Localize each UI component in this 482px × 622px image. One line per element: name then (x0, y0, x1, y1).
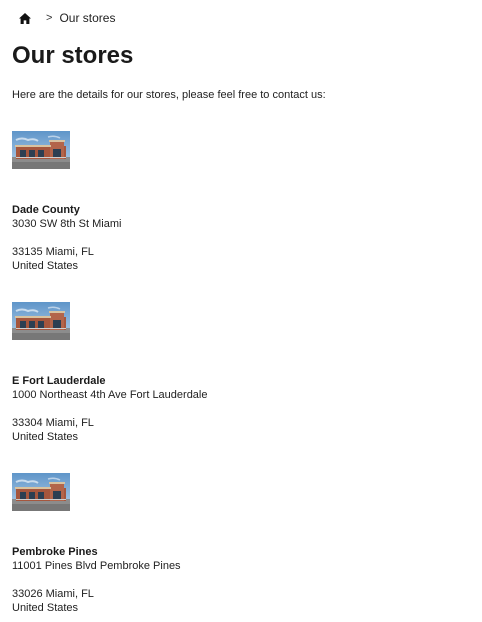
page-title: Our stores (12, 42, 134, 69)
breadcrumb-current: Our stores (59, 11, 116, 25)
store-name: Dade County (12, 204, 80, 216)
home-icon (19, 12, 31, 24)
home-link[interactable] (18, 11, 32, 25)
store-name: Pembroke Pines (12, 546, 98, 558)
store-city-line: 33304 Miami, FL (12, 417, 94, 429)
store-country: United States (12, 431, 79, 443)
intro-text: Here are the details for our stores, ple… (12, 89, 326, 101)
store-street: 1000 Northeast 4th Ave Fort Lauderdale (12, 389, 208, 401)
store-street: 11001 Pines Blvd Pembroke Pines (12, 560, 181, 572)
store-photo[interactable] (12, 473, 70, 511)
store-name: E Fort Lauderdale (12, 375, 106, 387)
breadcrumb: > Our stores (12, 10, 115, 26)
store-city-line: 33135 Miami, FL (12, 246, 94, 258)
store-country: United States (12, 260, 79, 272)
store-country: United States (12, 602, 79, 614)
store-photo[interactable] (12, 131, 70, 169)
breadcrumb-separator: > (46, 12, 53, 24)
store-photo[interactable] (12, 302, 70, 340)
store-city-line: 33026 Miami, FL (12, 588, 94, 600)
store-street: 3030 SW 8th St Miami (12, 218, 122, 230)
